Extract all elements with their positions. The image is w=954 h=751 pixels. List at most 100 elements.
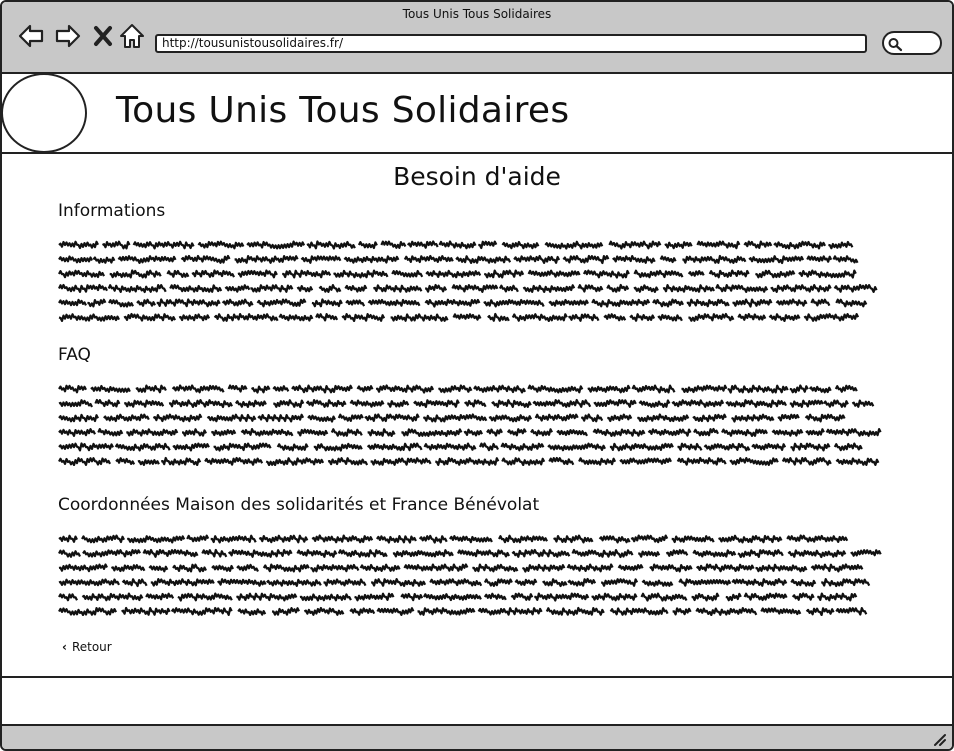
back-link[interactable]: ‹ Retour: [62, 640, 112, 654]
scribble-word: [542, 578, 568, 588]
scribble-word: [58, 413, 99, 423]
scribble-word: [169, 284, 223, 293]
scribble-word: [598, 535, 631, 544]
scribble-word: [273, 399, 305, 409]
browser-window: Tous Unis Tous Solidaires http://tousuni…: [0, 0, 954, 751]
scribble-word: [695, 563, 755, 573]
scribble-word: [271, 607, 300, 616]
scribble-word: [306, 240, 356, 250]
scribble-word: [593, 399, 637, 408]
scribble-word: [511, 548, 571, 558]
scribble-word: [748, 255, 805, 265]
scribble-word: [798, 269, 857, 279]
scribble-word: [160, 456, 202, 466]
scribble-word: [760, 607, 802, 616]
scribble-word: [90, 384, 131, 393]
scribble-word: [438, 384, 473, 394]
scribble-word: [107, 284, 167, 294]
scribble-word: [652, 298, 684, 308]
scribble-word: [768, 313, 801, 322]
scribble-word: [234, 399, 267, 408]
scribble-word: [380, 240, 407, 249]
scribble-word: [58, 298, 87, 307]
scribble-word: [137, 459, 160, 466]
scribble-word: [127, 535, 186, 544]
scribble-word: [92, 256, 116, 264]
scribble-word: [506, 428, 527, 437]
scribble-word: [592, 428, 646, 437]
scribble-word: [603, 313, 627, 322]
scribble-word: [406, 240, 439, 249]
scribble-word: [545, 606, 605, 616]
scribble-word: [58, 269, 105, 279]
scribble-word: [534, 413, 579, 422]
scribble-word: [354, 592, 395, 602]
scribble-word: [510, 592, 534, 601]
scribble-word: [191, 269, 235, 278]
scribble-word: [659, 255, 677, 264]
scribble-word: [115, 457, 136, 465]
url-input[interactable]: http://tousunistousolidaires.fr/: [155, 34, 867, 53]
resize-grip-icon[interactable]: [932, 732, 946, 746]
scribble-word: [672, 607, 692, 616]
section-heading-informations: Informations: [58, 201, 166, 221]
scribble-word: [58, 428, 96, 437]
scribble-word: [641, 579, 674, 587]
scribble-word: [58, 255, 93, 264]
scribble-word: [357, 241, 378, 250]
scribble-word: [121, 578, 148, 588]
scribble-word: [600, 578, 639, 587]
scribble-word: [803, 313, 860, 322]
scribble-word: [256, 298, 307, 308]
scribble-word: [425, 283, 448, 293]
scribble-word: [548, 298, 589, 307]
scribble-word: [455, 255, 512, 264]
scribble-word: [823, 399, 849, 408]
scribble-word: [291, 384, 353, 394]
back-arrow-icon[interactable]: [17, 22, 45, 50]
scribble-word: [513, 254, 561, 264]
scribble-word: [487, 312, 510, 322]
scribble-word: [299, 593, 352, 602]
page-footer: [2, 676, 952, 726]
scribble-word: [609, 442, 674, 452]
scribble-word: [790, 578, 817, 588]
scribble-word: [483, 269, 525, 279]
scribble-word: [276, 443, 309, 452]
scribble-word: [265, 578, 322, 587]
scribble-word: [449, 535, 493, 544]
scribble-word: [101, 240, 131, 250]
scribble-word: [775, 298, 808, 307]
placeholder-text-coordonnees: [58, 532, 884, 616]
scribble-word: [804, 413, 846, 423]
scribble-word: [148, 565, 169, 573]
scribble-word: [337, 549, 388, 558]
scribble-word: [401, 428, 463, 437]
scribble-word: [344, 284, 368, 293]
section-heading-faq: FAQ: [58, 345, 91, 365]
scribble-word: [664, 241, 693, 250]
scribble-word: [250, 385, 271, 394]
scribble-word: [638, 550, 661, 558]
scribble-word: [282, 269, 332, 279]
scribble-word: [688, 312, 735, 322]
scribble-word: [371, 578, 427, 587]
scribble-word: [171, 384, 225, 394]
scribble-word: [715, 284, 769, 293]
scribble-word: [587, 384, 631, 394]
scribble-word: [478, 240, 498, 250]
scribble-word: [835, 298, 868, 308]
home-icon[interactable]: [118, 22, 146, 50]
scribble-word: [315, 313, 339, 322]
scribble-word: [781, 457, 832, 466]
scribble-word: [58, 563, 108, 573]
browser-search-field[interactable]: [882, 31, 942, 55]
scribble-word: [527, 384, 584, 394]
logo-placeholder[interactable]: [2, 73, 87, 153]
forward-arrow-icon[interactable]: [54, 22, 82, 50]
scribble-word: [832, 255, 859, 264]
close-x-icon[interactable]: [91, 22, 119, 50]
scribble-word: [727, 384, 789, 394]
scribble-word: [58, 578, 120, 587]
scribble-word: [172, 442, 210, 452]
